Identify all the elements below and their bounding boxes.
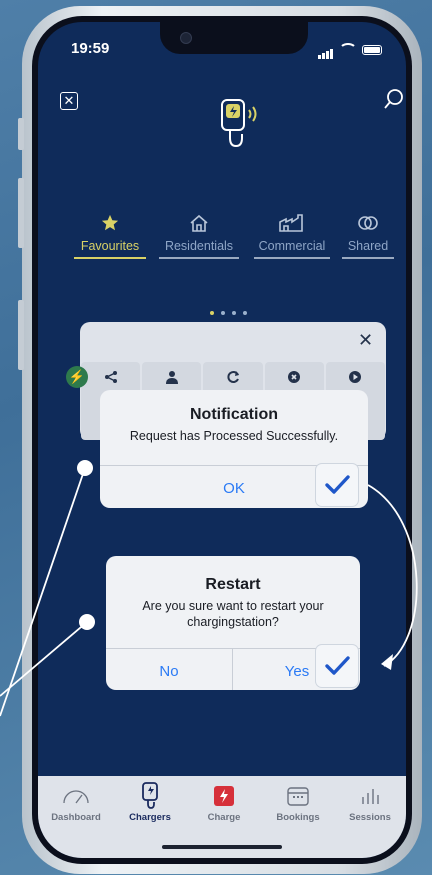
volume-down-button <box>18 300 24 370</box>
dialog-divider <box>232 648 233 690</box>
close-icon[interactable]: ✕ <box>60 92 78 110</box>
tab-label: Residentials <box>164 239 234 253</box>
refresh-icon <box>227 371 239 383</box>
search-icon[interactable] <box>384 88 404 115</box>
ev-charger-icon <box>216 98 268 159</box>
dialog-message: Request has Processed Successfully. <box>129 429 339 443</box>
tab-label: Sessions <box>349 812 391 823</box>
factory-icon <box>279 214 303 232</box>
status-icons <box>318 41 382 59</box>
bolt-icon: ⚡ <box>66 366 88 388</box>
page-dot[interactable] <box>232 311 236 315</box>
page-dot[interactable] <box>221 311 225 315</box>
play-icon <box>349 371 362 383</box>
tab-chargers[interactable]: Chargers <box>114 776 186 823</box>
camera-icon <box>180 32 192 44</box>
charger-icon <box>142 782 158 809</box>
calendar-icon <box>287 787 309 806</box>
phone-screen: 19:59 ✕ Favourites Residentials Commerci… <box>38 22 406 858</box>
share-icon <box>104 371 117 383</box>
shared-rings-icon <box>358 216 378 230</box>
tab-underline <box>254 257 330 259</box>
dialog-title: Notification <box>190 406 278 423</box>
tab-label: Bookings <box>276 812 320 823</box>
page-indicator <box>210 311 247 315</box>
notch <box>160 22 308 54</box>
tab-dashboard[interactable]: Dashboard <box>40 776 112 823</box>
tab-underline <box>342 257 394 259</box>
tab-label: Chargers <box>129 812 171 823</box>
page-dot[interactable] <box>210 311 214 315</box>
category-tabs: Favourites Residentials Commercial Share… <box>74 214 394 284</box>
tab-label: Favourites <box>80 239 140 253</box>
bar-chart-icon <box>362 789 379 804</box>
status-time: 19:59 <box>71 40 110 57</box>
volume-up-button <box>18 178 24 248</box>
no-button[interactable]: No <box>106 663 232 680</box>
tab-label: Dashboard <box>51 812 101 823</box>
tab-label: Commercial <box>258 239 326 253</box>
star-icon <box>101 214 119 231</box>
tab-commercial[interactable]: Commercial <box>254 214 330 259</box>
checkmark-icon <box>316 464 358 506</box>
page-dot[interactable] <box>243 311 247 315</box>
mute-switch <box>18 118 24 150</box>
user-icon <box>165 371 178 384</box>
tab-label: Shared <box>347 239 389 253</box>
dialog-message: Are you sure want to restart your chargi… <box>142 599 324 630</box>
checkmark-icon <box>316 645 358 687</box>
stop-icon <box>288 371 301 383</box>
wifi-icon <box>339 43 357 57</box>
house-icon <box>190 214 208 232</box>
gauge-icon <box>63 790 89 804</box>
tab-sessions[interactable]: Sessions <box>334 776 406 823</box>
battery-icon <box>362 45 382 55</box>
tab-charge[interactable]: Charge <box>188 776 260 823</box>
home-indicator <box>162 845 282 849</box>
tab-label: Charge <box>207 812 241 823</box>
tab-underline <box>159 257 239 259</box>
tab-bookings[interactable]: Bookings <box>262 776 334 823</box>
bolt-square-icon <box>214 786 234 806</box>
tab-underline <box>74 257 146 259</box>
tab-shared[interactable]: Shared <box>342 214 394 259</box>
dialog-title: Restart <box>205 576 261 593</box>
tab-residentials[interactable]: Residentials <box>159 214 239 259</box>
close-icon[interactable]: ✕ <box>358 330 373 351</box>
tab-favourites[interactable]: Favourites <box>74 214 146 259</box>
signal-icon <box>318 41 334 59</box>
